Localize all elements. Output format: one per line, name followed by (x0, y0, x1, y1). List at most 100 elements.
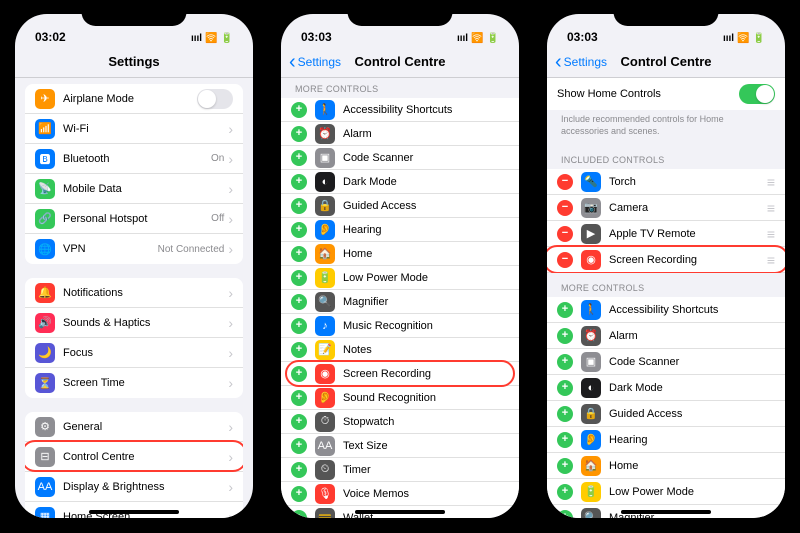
add-button[interactable]: + (291, 510, 307, 518)
remove-button[interactable]: − (557, 200, 573, 216)
drag-handle-icon[interactable]: ≡ (767, 252, 775, 268)
back-button[interactable]: Settings (555, 55, 607, 69)
add-button[interactable]: + (291, 462, 307, 478)
more-controls-list[interactable]: More Controls +🚶Accessibility Shortcuts+… (281, 78, 519, 518)
row-personal-hotspot[interactable]: 🔗Personal HotspotOff› (25, 204, 243, 234)
row-timer[interactable]: +⏲Timer (281, 458, 519, 482)
time: 03:02 (35, 30, 66, 44)
row-torch[interactable]: −🔦Torch≡ (547, 169, 785, 195)
row-voice-memos[interactable]: +🎙Voice Memos (281, 482, 519, 506)
label: Focus (63, 347, 228, 359)
row-guided-access[interactable]: +🔒Guided Access (281, 194, 519, 218)
add-button[interactable]: + (291, 126, 307, 142)
add-button[interactable]: + (291, 222, 307, 238)
row-mobile-data[interactable]: 📡Mobile Data› (25, 174, 243, 204)
row-magnifier[interactable]: +🔍Magnifier (281, 290, 519, 314)
add-button[interactable]: + (557, 354, 573, 370)
add-button[interactable]: + (557, 302, 573, 318)
row-alarm[interactable]: +⏰Alarm (547, 323, 785, 349)
row-focus[interactable]: 🌙Focus› (25, 338, 243, 368)
add-button[interactable]: + (291, 414, 307, 430)
row-screen-recording[interactable]: +◉Screen Recording (281, 362, 519, 386)
row-show-home-controls[interactable]: Show Home Controls (547, 78, 785, 110)
row-control-centre[interactable]: ⊟Control Centre› (25, 442, 243, 472)
add-button[interactable]: + (291, 486, 307, 502)
add-button[interactable]: + (291, 294, 307, 310)
row-stopwatch[interactable]: +⏱Stopwatch (281, 410, 519, 434)
add-button[interactable]: + (291, 390, 307, 406)
row-text-size[interactable]: +AAText Size (281, 434, 519, 458)
label: Sounds & Haptics (63, 317, 228, 329)
row-airplane-mode[interactable]: ✈Airplane Mode (25, 84, 243, 114)
row-dark-mode[interactable]: +◐Dark Mode (281, 170, 519, 194)
row-vpn[interactable]: 🌐VPNNot Connected› (25, 234, 243, 264)
row-hearing[interactable]: +👂Hearing (547, 427, 785, 453)
row-apple-tv-remote[interactable]: −▶Apple TV Remote≡ (547, 221, 785, 247)
row-code-scanner[interactable]: +▣Code Scanner (281, 146, 519, 170)
add-button[interactable]: + (557, 432, 573, 448)
label: Guided Access (343, 200, 509, 212)
add-button[interactable]: + (557, 380, 573, 396)
home-indicator[interactable] (621, 510, 711, 514)
add-button[interactable]: + (291, 438, 307, 454)
row-screen-recording[interactable]: −◉Screen Recording≡ (547, 247, 785, 273)
add-button[interactable]: + (291, 246, 307, 262)
drag-handle-icon[interactable]: ≡ (767, 200, 775, 216)
drag-handle-icon[interactable]: ≡ (767, 226, 775, 242)
toggle[interactable] (197, 89, 233, 109)
add-button[interactable]: + (557, 484, 573, 500)
add-button[interactable]: + (291, 366, 307, 382)
row-screen-time[interactable]: ⏳Screen Time› (25, 368, 243, 398)
row-accessibility-shortcuts[interactable]: +🚶Accessibility Shortcuts (547, 297, 785, 323)
control-centre-list[interactable]: Show Home Controls Include recommended c… (547, 78, 785, 518)
settings-list[interactable]: ✈Airplane Mode📶Wi-Fi›🅱BluetoothOn›📡Mobil… (15, 78, 253, 518)
remove-button[interactable]: − (557, 174, 573, 190)
row-guided-access[interactable]: +🔒Guided Access (547, 401, 785, 427)
add-button[interactable]: + (557, 328, 573, 344)
row-home[interactable]: +🏠Home (281, 242, 519, 266)
row-notes[interactable]: +📝Notes (281, 338, 519, 362)
row-display-brightness[interactable]: AADisplay & Brightness› (25, 472, 243, 502)
row-accessibility-shortcuts[interactable]: +🚶Accessibility Shortcuts (281, 98, 519, 122)
screen-3: 03:03 ıııl 🛜 🔋 Settings Control Centre S… (547, 14, 785, 518)
home-indicator[interactable] (89, 510, 179, 514)
row-code-scanner[interactable]: +▣Code Scanner (547, 349, 785, 375)
notch (348, 4, 453, 26)
remove-button[interactable]: − (557, 226, 573, 242)
row-sound-recognition[interactable]: +👂Sound Recognition (281, 386, 519, 410)
row-bluetooth[interactable]: 🅱BluetoothOn› (25, 144, 243, 174)
label: Text Size (343, 440, 509, 452)
add-button[interactable]: + (557, 458, 573, 474)
add-button[interactable]: + (291, 342, 307, 358)
row-general[interactable]: ⚙General› (25, 412, 243, 442)
add-button[interactable]: + (557, 406, 573, 422)
add-button[interactable]: + (291, 174, 307, 190)
label: Low Power Mode (343, 272, 509, 284)
add-button[interactable]: + (291, 198, 307, 214)
drag-handle-icon[interactable]: ≡ (767, 174, 775, 190)
remove-button[interactable]: − (557, 252, 573, 268)
home-indicator[interactable] (355, 510, 445, 514)
row-low-power-mode[interactable]: +🔋Low Power Mode (547, 479, 785, 505)
battery-icon: 🔋 (487, 33, 499, 44)
row-low-power-mode[interactable]: +🔋Low Power Mode (281, 266, 519, 290)
row-music-recognition[interactable]: +♪Music Recognition (281, 314, 519, 338)
row-alarm[interactable]: +⏰Alarm (281, 122, 519, 146)
row-notifications[interactable]: 🔔Notifications› (25, 278, 243, 308)
row-home[interactable]: +🏠Home (547, 453, 785, 479)
row-wi-fi[interactable]: 📶Wi-Fi› (25, 114, 243, 144)
label: Dark Mode (609, 382, 775, 394)
row-camera[interactable]: −📷Camera≡ (547, 195, 785, 221)
nav-bar: Settings Control Centre (547, 46, 785, 78)
add-button[interactable]: + (291, 150, 307, 166)
add-button[interactable]: + (291, 318, 307, 334)
row-hearing[interactable]: +👂Hearing (281, 218, 519, 242)
add-button[interactable]: + (291, 270, 307, 286)
row-sounds-haptics[interactable]: 🔊Sounds & Haptics› (25, 308, 243, 338)
add-button[interactable]: + (291, 102, 307, 118)
row-dark-mode[interactable]: +◐Dark Mode (547, 375, 785, 401)
back-button[interactable]: Settings (289, 55, 341, 69)
toggle-show-home[interactable] (739, 84, 775, 104)
add-button[interactable]: + (557, 510, 573, 518)
control-icon: ▶ (581, 224, 601, 244)
